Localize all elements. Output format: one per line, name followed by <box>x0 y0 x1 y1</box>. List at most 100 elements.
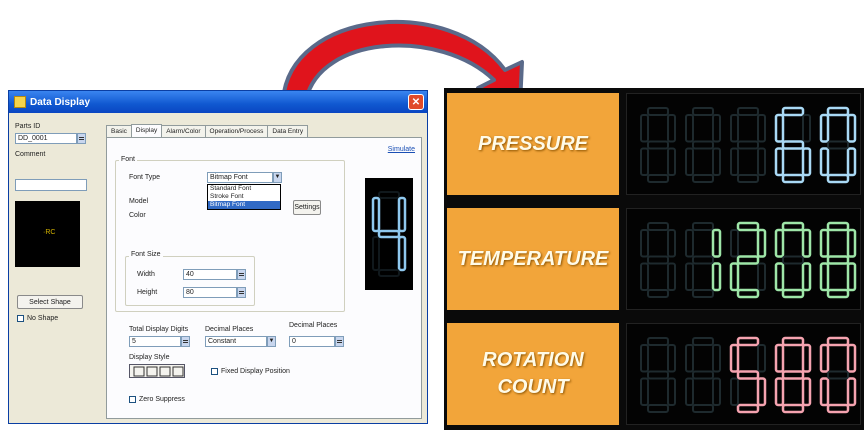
digit-1-segment-g <box>692 140 714 150</box>
digit-2-segment-d <box>736 403 760 414</box>
pressure-label: PRESSURE <box>477 132 589 155</box>
font-type-options: Standard Font Stroke Font Bitmap Font <box>207 184 281 210</box>
digit-4-segment-b <box>846 228 857 258</box>
digit-3-segment-c <box>801 147 812 177</box>
digit-2-segment-d <box>736 288 760 299</box>
digit-0-segment-e <box>640 147 649 176</box>
digit-0-segment-f <box>640 114 649 143</box>
digit-2-segment-c <box>756 377 767 407</box>
data-display-dialog: Data Display ✕ Parts ID DD_0001 Comment … <box>8 90 428 424</box>
digit-1-segment-b <box>712 114 721 143</box>
tab-display[interactable]: Display <box>130 124 163 137</box>
digit-4-segment-a <box>826 221 850 232</box>
digit-4-segment-b <box>846 113 857 143</box>
no-shape-checkbox[interactable] <box>17 315 24 322</box>
digit-3-segment-g <box>781 140 805 150</box>
decimal-places2-label: Decimal Places <box>289 322 338 329</box>
display-style-digits-icon <box>133 366 184 377</box>
shape-preview: ·RC <box>15 201 80 267</box>
dialog-title: Data Display <box>30 96 91 108</box>
temperature-label-box: TEMPERATURE <box>447 208 619 310</box>
decimal-places2-field[interactable]: 0 <box>289 336 335 347</box>
app-icon <box>14 96 26 108</box>
digit-0-segment-a <box>378 191 400 199</box>
font-option-standard[interactable]: Standard Font <box>208 185 280 193</box>
digit-0-segment-d <box>647 289 669 298</box>
digit-1-segment-c <box>712 147 721 176</box>
font-option-stroke[interactable]: Stroke Font <box>208 193 280 201</box>
digit-0-segment-b <box>667 229 676 258</box>
select-shape-button[interactable]: Select Shape <box>17 295 83 309</box>
digit-2-segment-b <box>756 228 767 258</box>
pressure-label-box: PRESSURE <box>447 93 619 195</box>
digit-0-segment-g <box>647 140 669 150</box>
seven-segment-board: PRESSURE TEMPERATURE ROTATION COUNT <box>444 88 864 430</box>
display-style-picker[interactable] <box>129 364 185 378</box>
digit-2-segment-a <box>737 107 759 116</box>
total-digits-field[interactable]: 5 <box>129 336 181 347</box>
digit-2-segment-g <box>737 140 759 150</box>
digit-2-segment-e <box>729 262 740 292</box>
width-field[interactable]: 40 <box>183 269 237 280</box>
rotation-count-label: ROTATION COUNT <box>482 349 584 398</box>
simulate-link[interactable]: Simulate <box>388 146 415 153</box>
height-field[interactable]: 80 <box>183 287 237 298</box>
pressure-readout <box>640 106 857 184</box>
digit-1-segment-a <box>692 222 714 231</box>
fixed-position-checkbox[interactable] <box>211 368 218 375</box>
no-shape-label: No Shape <box>27 315 59 322</box>
parts-id-spinner[interactable] <box>77 133 86 144</box>
digit-preview <box>365 178 413 290</box>
display-row-pressure: PRESSURE <box>444 90 864 198</box>
digit-1-segment-e <box>685 262 694 291</box>
digit-3-segment-b <box>802 114 811 143</box>
zero-suppress-checkbox[interactable] <box>129 396 136 403</box>
digit-0-segment-c <box>397 235 407 272</box>
digit-4-segment-g <box>827 370 849 380</box>
digit-2-segment-b <box>757 344 766 373</box>
display-row-rotation: ROTATION COUNT <box>444 320 864 428</box>
close-icon[interactable]: ✕ <box>408 94 424 110</box>
decimal-places2-spinner[interactable] <box>335 336 344 347</box>
display-row-temperature: TEMPERATURE <box>444 205 864 313</box>
digit-3-segment-b <box>801 343 812 373</box>
settings-button[interactable]: Settings <box>293 200 321 215</box>
pressure-digits <box>626 93 861 195</box>
font-type-dropdown-icon[interactable]: ▼ <box>273 172 282 183</box>
digit-3-segment-d <box>781 173 805 184</box>
font-type-select[interactable]: Bitmap Font <box>207 172 273 183</box>
digit-2-segment-c <box>757 147 766 176</box>
digit-1-segment-a <box>692 337 714 346</box>
rotation-label-box: ROTATION COUNT <box>447 323 619 425</box>
digit-2-segment-f <box>730 114 739 143</box>
temperature-readout <box>640 221 857 299</box>
digit-1-segment-c <box>711 262 722 292</box>
digit-3-segment-c <box>801 377 812 407</box>
digit-3-segment-d <box>781 403 805 414</box>
total-digits-spinner[interactable] <box>181 336 190 347</box>
comment-field[interactable] <box>15 179 87 191</box>
height-spinner[interactable] <box>237 287 246 298</box>
digit-4-segment-a <box>826 336 850 347</box>
digit-0-segment-e <box>640 377 649 406</box>
digit-0-segment-e <box>640 262 649 291</box>
digit-0-segment-f <box>371 196 381 233</box>
width-spinner[interactable] <box>237 269 246 280</box>
height-label: Height <box>137 289 158 296</box>
digit-1-segment-b <box>711 228 722 258</box>
digit-4-segment-g <box>826 255 850 265</box>
digit-2-segment-e <box>730 147 739 176</box>
digit-preview-graphic <box>371 191 407 277</box>
digit-3-segment-g <box>781 370 805 380</box>
digit-3-segment-f <box>774 113 785 143</box>
digit-0-segment-a <box>647 222 669 231</box>
digit-4-segment-a <box>826 106 850 117</box>
decimal-places-dropdown-icon[interactable]: ▼ <box>267 336 276 347</box>
decimal-places-select[interactable]: Constant <box>205 336 267 347</box>
digit-3-segment-a <box>781 221 805 232</box>
parts-id-field[interactable]: DD_0001 <box>15 133 77 144</box>
font-option-bitmap[interactable]: Bitmap Font <box>208 201 280 209</box>
digit-0-segment-d <box>647 174 669 183</box>
digit-4-segment-e <box>819 147 830 177</box>
font-group-label: Font <box>119 156 138 163</box>
